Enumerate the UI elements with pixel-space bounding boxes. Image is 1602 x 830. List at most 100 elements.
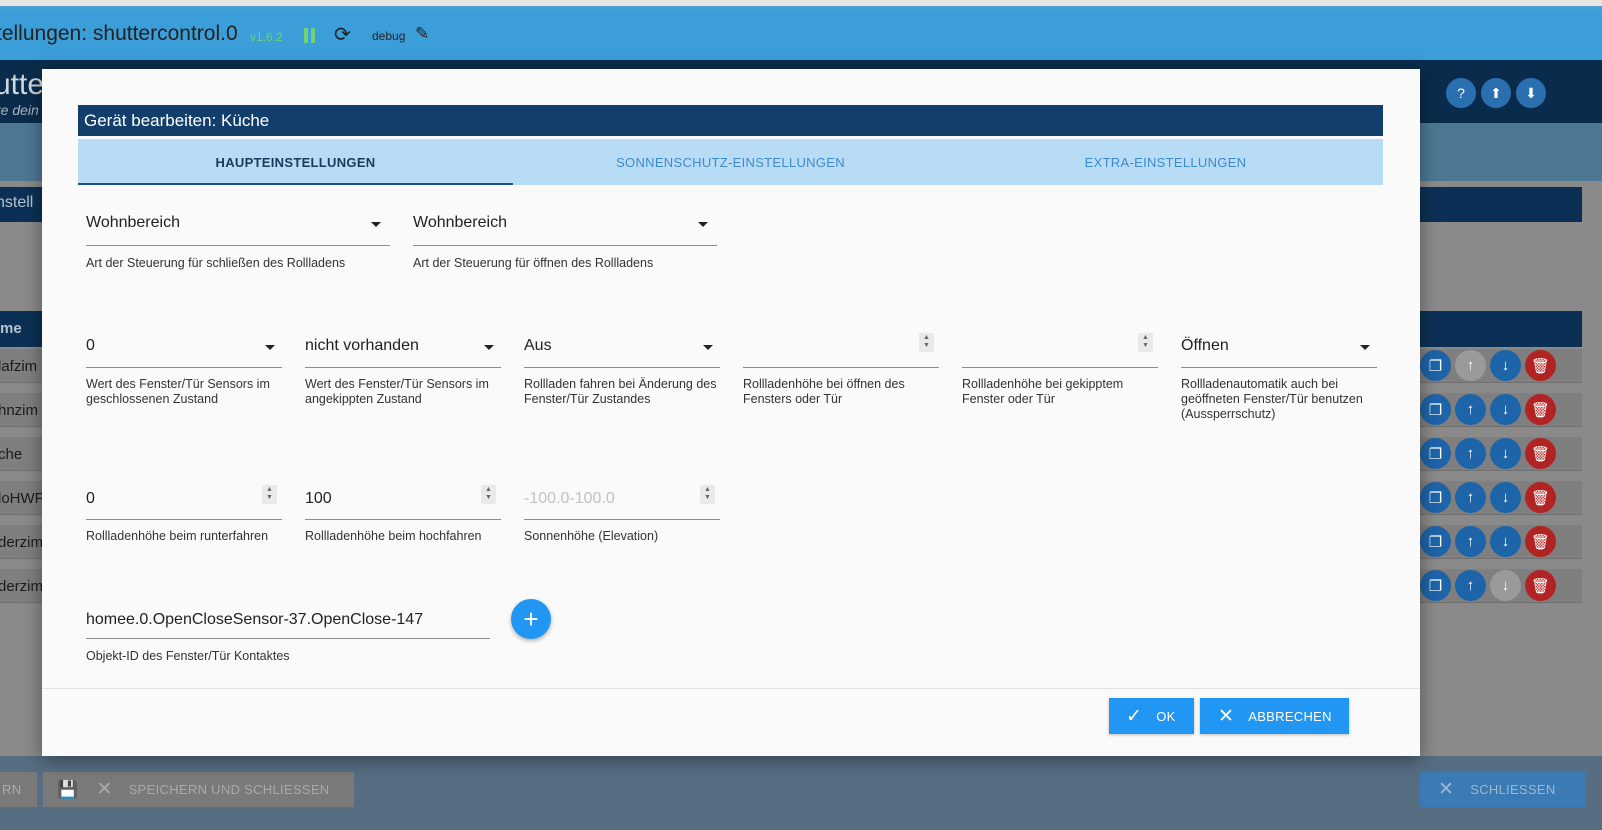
reload-icon[interactable]: ⟳: [334, 22, 351, 47]
spinner-icon[interactable]: ▲ ▼: [481, 485, 496, 504]
drive-on-change-label: Rollladen fahren bei Änderung des Fenste…: [524, 377, 717, 406]
height-up-input[interactable]: 100 ▲ ▼ Rollladenhöhe beim hochfahren: [305, 485, 501, 545]
spinner-icon[interactable]: ▲ ▼: [1138, 333, 1153, 352]
dialog-tabs: HAUPTEINSTELLUNGEN SONNENSCHUTZ-EINSTELL…: [78, 139, 1383, 185]
elevation-placeholder: -100.0-100.0: [524, 490, 615, 507]
cancel-button[interactable]: ✕ ABBRECHEN: [1200, 698, 1349, 734]
sensor-tilted-select[interactable]: nicht vorhanden Wert des Fenster/Tür Sen…: [305, 334, 501, 424]
height-down-value: 0: [86, 490, 95, 507]
log-level-label: debug: [372, 29, 406, 43]
height-tilted-label: Rollladenhöhe bei gekipptem Fenster oder…: [962, 377, 1124, 406]
adapter-name: utte: [0, 68, 45, 101]
close-mode-label: Art der Steuerung für schließen des Roll…: [86, 256, 346, 270]
download-icon[interactable]: ⬇: [1516, 78, 1546, 108]
caret-down-icon: [371, 222, 381, 227]
edit-device-dialog: Gerät bearbeiten: Küche HAUPTEINSTELLUNG…: [42, 69, 1420, 756]
spinner-icon[interactable]: ▲ ▼: [700, 485, 715, 504]
open-mode-select[interactable]: Wohnbereich Art der Steuerung für öffnen…: [413, 209, 717, 270]
ok-label: OK: [1156, 708, 1176, 724]
sensor-closed-label: Wert des Fenster/Tür Sensors im geschlos…: [86, 377, 270, 406]
copy-icon[interactable]: ❐: [1420, 570, 1451, 601]
caret-down-icon: [1360, 345, 1370, 350]
upload-icon[interactable]: ⬆: [1481, 78, 1511, 108]
copy-icon[interactable]: ❐: [1420, 526, 1451, 557]
ok-button[interactable]: ✓ OK: [1109, 698, 1194, 734]
object-id-value: homee.0.OpenCloseSensor-37.OpenClose-147: [86, 611, 424, 628]
spinner-icon[interactable]: ▲ ▼: [262, 485, 277, 504]
caret-down-icon: [698, 222, 708, 227]
footer-left-button[interactable]: RN: [0, 772, 37, 807]
arrow-down-icon[interactable]: ↓: [1490, 350, 1521, 381]
close-mode-select[interactable]: Wohnbereich Art der Steuerung für schlie…: [86, 209, 390, 270]
save-close-label: SPEICHERN UND SCHLIESSEN: [128, 782, 330, 797]
height-down-input[interactable]: 0 ▲ ▼ Rollladenhöhe beim runterfahren: [86, 485, 282, 545]
close-icon: ✕: [96, 779, 113, 800]
delete-icon[interactable]: 🗑: [1525, 526, 1556, 557]
drive-on-change-select[interactable]: Aus Rollladen fahren bei Änderung des Fe…: [524, 334, 720, 424]
arrow-down-icon[interactable]: ↓: [1490, 438, 1521, 469]
copy-icon[interactable]: ❐: [1420, 482, 1451, 513]
tab-main-settings[interactable]: HAUPTEINSTELLUNGEN: [78, 139, 513, 185]
arrow-up-icon[interactable]: ↑: [1455, 570, 1486, 601]
height-up-value: 100: [305, 490, 332, 507]
table-header-label: me: [0, 320, 22, 337]
height-open-input[interactable]: ▲ ▼ Rollladenhöhe bei öffnen des Fensters…: [743, 333, 939, 424]
elevation-input[interactable]: -100.0-100.0 ▲ ▼ Sonnenhöhe (Elevation): [524, 485, 720, 545]
plus-icon[interactable]: +: [511, 599, 551, 639]
save-icon: 💾: [57, 779, 79, 799]
drive-on-change-value: Aus: [524, 337, 552, 354]
lockout-select[interactable]: Öffnen Rollladenautomatik auch bei geöff…: [1181, 334, 1377, 424]
close-icon: ✕: [1438, 779, 1455, 800]
elevation-label: Sonnenhöhe (Elevation): [524, 529, 659, 543]
close-button[interactable]: ✕ SCHLIESSEN: [1420, 772, 1586, 807]
caret-down-icon: [703, 345, 713, 350]
open-mode-value: Wohnbereich: [413, 214, 507, 231]
row-name: derzim: [0, 578, 44, 595]
arrow-up-icon[interactable]: ↑: [1455, 482, 1486, 513]
delete-icon[interactable]: 🗑: [1525, 438, 1556, 469]
delete-icon[interactable]: 🗑: [1525, 482, 1556, 513]
arrow-up-icon[interactable]: ↑: [1455, 438, 1486, 469]
save-close-button[interactable]: 💾 ✕ SPEICHERN UND SCHLIESSEN: [43, 772, 354, 807]
adapter-titlebar: tellungen: shuttercontrol.0 v1.6.2 ⟳ deb…: [0, 10, 1602, 60]
pencil-icon[interactable]: ✎: [415, 24, 429, 44]
close-mode-value: Wohnbereich: [86, 214, 180, 231]
height-tilted-input[interactable]: ▲ ▼ Rollladenhöhe bei gekipptem Fenster o…: [962, 333, 1158, 424]
row-name: hnzim: [0, 402, 39, 419]
spinner-icon[interactable]: ▲ ▼: [919, 333, 934, 352]
tab-sun-protection-settings[interactable]: SONNENSCHUTZ-EINSTELLUNGEN: [513, 139, 948, 185]
height-down-label: Rollladenhöhe beim runterfahren: [86, 529, 269, 543]
sensor-closed-select[interactable]: 0 Wert des Fenster/Tür Sensors im geschl…: [86, 334, 282, 424]
arrow-up-icon[interactable]: ↑: [1455, 526, 1486, 557]
caret-down-icon: [265, 345, 275, 350]
pause-icon[interactable]: [303, 28, 317, 44]
arrow-down-icon[interactable]: ↓: [1490, 526, 1521, 557]
caret-down-icon: [484, 345, 494, 350]
tab-extra-settings[interactable]: EXTRA-EINSTELLUNGEN: [948, 139, 1383, 185]
copy-icon[interactable]: ❐: [1420, 438, 1451, 469]
arrow-down-icon[interactable]: ↓: [1490, 570, 1521, 601]
close-label: SCHLIESSEN: [1470, 782, 1556, 797]
arrow-down-icon[interactable]: ↓: [1490, 482, 1521, 513]
adapter-title: tellungen: shuttercontrol.0: [0, 22, 238, 45]
arrow-up-icon[interactable]: ↑: [1455, 350, 1486, 381]
version-label: v1.6.2: [250, 30, 283, 44]
top-bar: [0, 0, 1602, 9]
copy-icon[interactable]: ❐: [1420, 350, 1451, 381]
delete-icon[interactable]: 🗑: [1525, 350, 1556, 381]
copy-icon[interactable]: ❐: [1420, 394, 1451, 425]
arrow-down-icon[interactable]: ↓: [1490, 394, 1521, 425]
help-icon[interactable]: ?: [1446, 78, 1476, 108]
footer-left-label: RN: [2, 782, 22, 797]
arrow-up-icon[interactable]: ↑: [1455, 394, 1486, 425]
delete-icon[interactable]: 🗑: [1525, 394, 1556, 425]
delete-icon[interactable]: 🗑: [1525, 570, 1556, 601]
adapter-subtitle: re dein: [0, 102, 39, 118]
dialog-title: Gerät bearbeiten: Küche: [78, 105, 1383, 136]
row-name: lafzim: [0, 358, 38, 375]
object-id-input[interactable]: homee.0.OpenCloseSensor-37.OpenClose-147…: [86, 606, 490, 666]
row-name: loHWF: [0, 490, 44, 507]
section-label: nstell: [0, 194, 34, 211]
row-name: che: [0, 446, 23, 463]
lockout-label: Rollladenautomatik auch bei geöffneten F…: [1181, 377, 1363, 421]
